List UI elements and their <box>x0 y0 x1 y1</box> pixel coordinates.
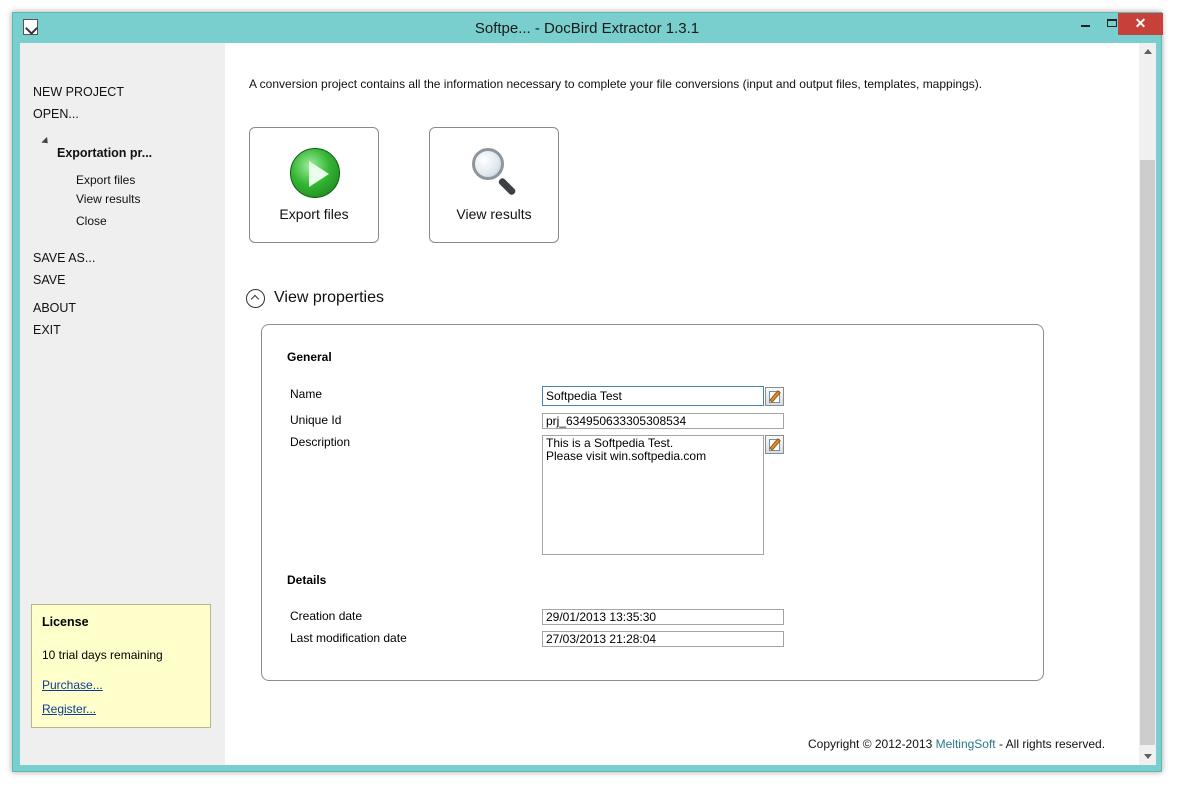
unique-id-field[interactable]: prj_634950633305308534 <box>542 413 784 429</box>
close-button[interactable]: ✕ <box>1118 13 1163 35</box>
description-label: Description <box>290 435 351 449</box>
project-node[interactable]: Exportation pr... <box>57 146 152 160</box>
app-window: Softpe... - DocBird Extractor 1.3.1 ✕ NE… <box>12 12 1163 772</box>
client-area: NEW PROJECT OPEN... Exportation pr... Ex… <box>20 43 1156 765</box>
chevron-up-icon <box>1144 49 1152 54</box>
description-textarea[interactable]: This is a Softpedia Test. Please visit w… <box>542 435 764 555</box>
maximize-icon <box>1107 19 1117 27</box>
creation-date-label: Creation date <box>290 609 363 623</box>
window-title: Softpe... - DocBird Extractor 1.3.1 <box>474 20 700 37</box>
menu-exit[interactable]: EXIT <box>33 323 61 337</box>
magnifier-icon <box>470 146 520 198</box>
rights-text: - All rights reserved. <box>998 737 1106 751</box>
menu-save[interactable]: SAVE <box>33 273 65 287</box>
scroll-thumb[interactable] <box>1140 160 1155 745</box>
menu-close-project[interactable]: Close <box>76 214 107 228</box>
main-content: A conversion project contains all the in… <box>225 43 1139 765</box>
vertical-scrollbar[interactable] <box>1139 43 1156 765</box>
company-link[interactable]: MeltingSoft <box>936 737 996 751</box>
sidebar: NEW PROJECT OPEN... Exportation pr... Ex… <box>20 43 225 765</box>
license-box: License 10 trial days remaining Purchase… <box>31 604 211 728</box>
intro-text: A conversion project contains all the in… <box>249 77 983 91</box>
menu-save-as[interactable]: SAVE AS... <box>33 251 95 265</box>
chevron-down-icon <box>1144 754 1152 759</box>
name-label: Name <box>290 387 323 401</box>
modification-date-field[interactable]: 27/03/2013 21:28:04 <box>542 631 784 647</box>
copyright-footer: Copyright © 2012-2013 MeltingSoft - All … <box>808 737 1105 751</box>
name-input[interactable] <box>542 386 764 406</box>
edit-name-button[interactable] <box>765 387 784 406</box>
close-icon: ✕ <box>1134 15 1147 31</box>
chevron-up-icon[interactable] <box>246 289 265 308</box>
register-link[interactable]: Register... <box>42 702 96 716</box>
trial-days-text: 10 trial days remaining <box>42 648 163 662</box>
view-results-button[interactable]: View results <box>429 127 559 243</box>
menu-view-results[interactable]: View results <box>76 192 140 206</box>
scroll-up-button[interactable] <box>1139 43 1156 60</box>
view-properties-toggle[interactable]: View properties <box>274 289 384 307</box>
minimize-icon <box>1080 25 1090 27</box>
view-results-label: View results <box>456 206 532 222</box>
title-bar[interactable]: Softpe... - DocBird Extractor 1.3.1 ✕ <box>13 13 1163 43</box>
minimize-button[interactable] <box>1071 13 1099 35</box>
modification-date-label: Last modification date <box>290 631 407 645</box>
menu-new-project[interactable]: NEW PROJECT <box>33 85 124 99</box>
export-files-label: Export files <box>279 206 349 222</box>
collapse-arrow-icon[interactable] <box>41 136 51 147</box>
license-title: License <box>42 615 89 629</box>
copyright-text: Copyright © 2012-2013 <box>808 737 933 751</box>
creation-date-field[interactable]: 29/01/2013 13:35:30 <box>542 609 784 625</box>
purchase-link[interactable]: Purchase... <box>42 678 103 692</box>
menu-open[interactable]: OPEN... <box>33 107 79 121</box>
menu-export-files[interactable]: Export files <box>76 173 135 187</box>
scroll-down-button[interactable] <box>1139 748 1156 765</box>
unique-id-label: Unique Id <box>290 413 342 427</box>
details-heading: Details <box>287 573 327 587</box>
play-icon <box>290 148 340 198</box>
menu-about[interactable]: ABOUT <box>33 301 76 315</box>
general-heading: General <box>287 350 332 364</box>
edit-description-button[interactable] <box>765 435 784 454</box>
properties-panel: General Name Unique Id prj_6349506333053… <box>261 324 1044 681</box>
export-files-button[interactable]: Export files <box>249 127 379 243</box>
